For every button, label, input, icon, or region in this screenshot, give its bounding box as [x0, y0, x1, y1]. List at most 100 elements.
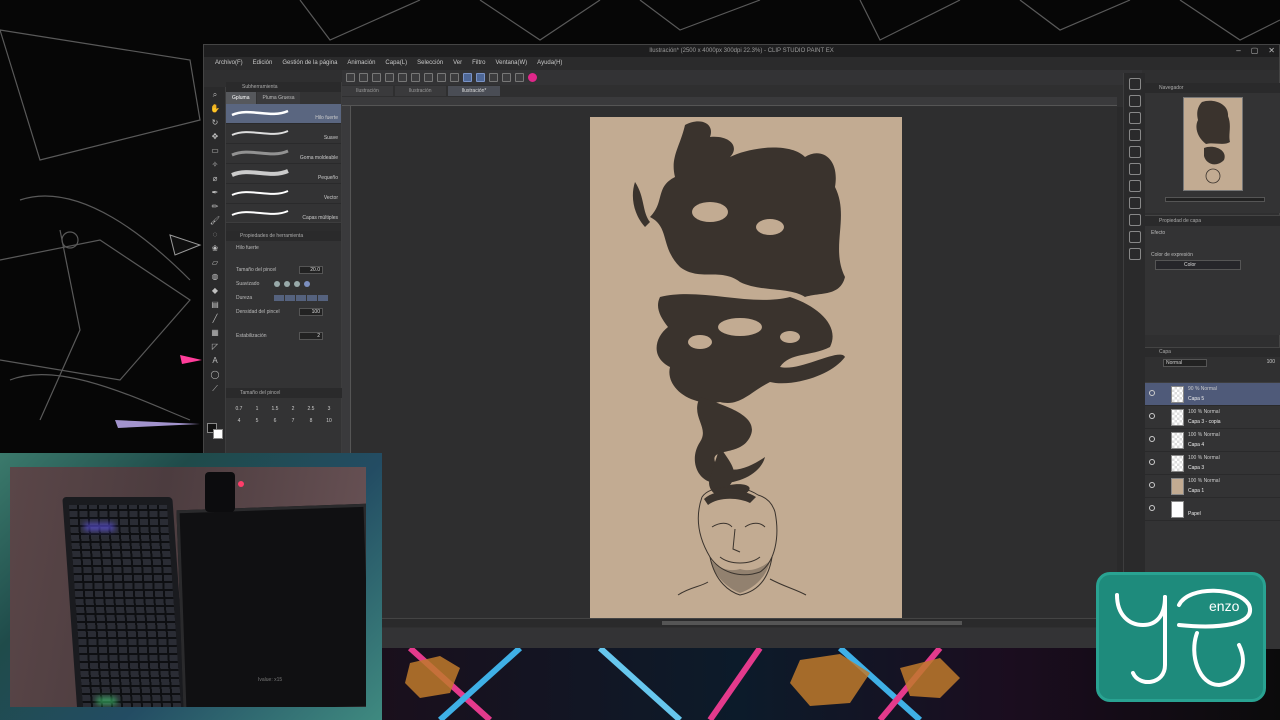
auto-action-dock-icon[interactable] — [1129, 214, 1141, 226]
document-tab[interactable]: Ilustración — [342, 86, 393, 96]
set-dock-icon[interactable] — [1129, 197, 1141, 209]
sub-color-chip[interactable] — [213, 429, 223, 439]
brush-item[interactable]: Hilo fuerte — [226, 104, 341, 124]
rotate-tool-icon[interactable]: ↻ — [208, 117, 222, 129]
navigator-dock-icon[interactable] — [1129, 78, 1141, 90]
brush-density-value[interactable]: 100 — [299, 308, 323, 316]
document-tab-active[interactable]: Ilustración* — [447, 86, 501, 96]
blend-mode-select[interactable]: Normal — [1163, 359, 1207, 367]
menu-gestion-pagina[interactable]: Gestión de la página — [277, 57, 342, 70]
visibility-eye-icon[interactable] — [1149, 505, 1155, 511]
snap-special-icon[interactable] — [489, 73, 498, 82]
correct-line-tool-icon[interactable]: ⟋ — [208, 383, 222, 395]
figure-tool-icon[interactable]: ╱ — [208, 313, 222, 325]
hand-tool-icon[interactable]: ✋ — [208, 103, 222, 115]
visibility-eye-icon[interactable] — [1149, 390, 1155, 396]
menu-ver[interactable]: Ver — [448, 57, 467, 70]
select-all-icon[interactable] — [437, 73, 446, 82]
horizontal-scrollbar[interactable] — [352, 618, 1117, 627]
search-dock-icon[interactable] — [1129, 231, 1141, 243]
transform-icon[interactable] — [424, 73, 433, 82]
item-bank-dock-icon[interactable] — [1129, 248, 1141, 260]
fill-tool-icon[interactable]: ◆ — [208, 285, 222, 297]
brush-size-value[interactable]: 20.0 — [299, 266, 323, 274]
frame-tool-icon[interactable]: ▦ — [208, 327, 222, 339]
brush-size-preset[interactable]: 4 — [230, 418, 248, 424]
clear-icon[interactable] — [411, 73, 420, 82]
menu-ayuda[interactable]: Ayuda(H) — [532, 57, 567, 70]
decoration-tool-icon[interactable]: ❀ — [208, 243, 222, 255]
info-dock-icon[interactable] — [1129, 112, 1141, 124]
stabilization-row[interactable]: Estabilización 2 — [226, 329, 341, 343]
layer-opacity[interactable]: 100 — [1267, 359, 1275, 365]
brush-item[interactable]: Goma moldeable — [226, 144, 341, 164]
subview-dock-icon[interactable] — [1129, 95, 1141, 107]
brush-size-preset[interactable]: 5 — [248, 418, 266, 424]
subtool-tab-pluma-gruesa[interactable]: Pluma Gruesa — [256, 92, 301, 104]
menu-filtro[interactable]: Filtro — [467, 57, 490, 70]
color-swatch-icon[interactable] — [502, 73, 511, 82]
brush-size-preset[interactable]: 10 — [320, 418, 338, 424]
close-button[interactable]: ✕ — [1268, 45, 1275, 57]
brush-item[interactable]: Suave — [226, 124, 341, 144]
menu-edicion[interactable]: Edición — [248, 57, 278, 70]
pen-tool-icon[interactable]: ✒ — [208, 187, 222, 199]
eyedropper-icon[interactable] — [515, 73, 524, 82]
brush-density-row[interactable]: Densidad del pincel 100 — [226, 305, 341, 319]
menu-seleccion[interactable]: Selección — [412, 57, 448, 70]
snap-grid-icon[interactable] — [476, 73, 485, 82]
save-icon[interactable] — [372, 73, 381, 82]
brush-size-preset[interactable]: 3 — [320, 406, 338, 412]
ruler-tool-icon[interactable]: ◸ — [208, 341, 222, 353]
hardness-slider[interactable] — [274, 295, 328, 301]
blend-tool-icon[interactable]: ◍ — [208, 271, 222, 283]
brush-item[interactable]: Pequeño — [226, 164, 341, 184]
brush-size-preset[interactable]: 0.7 — [230, 406, 248, 412]
record-icon[interactable] — [528, 73, 537, 82]
hardness-row[interactable]: Dureza — [226, 291, 341, 305]
text-tool-icon[interactable]: A — [208, 355, 222, 367]
color-chips[interactable] — [207, 423, 223, 439]
layer-row[interactable]: 90 % Normal Capa 5 — [1145, 383, 1280, 406]
pencil-tool-icon[interactable]: ✏ — [208, 201, 222, 213]
brush-size-preset[interactable]: 6 — [266, 418, 284, 424]
eraser-tool-icon[interactable]: ▱ — [208, 257, 222, 269]
visibility-eye-icon[interactable] — [1149, 482, 1155, 488]
scroll-thumb[interactable] — [662, 621, 962, 625]
new-file-icon[interactable] — [346, 73, 355, 82]
material-dock-icon[interactable] — [1129, 146, 1141, 158]
layer-row[interactable]: 100 % Normal Capa 3 — [1145, 452, 1280, 475]
menu-capa[interactable]: Capa(L) — [380, 57, 412, 70]
open-file-icon[interactable] — [359, 73, 368, 82]
subtool-tab-gpluma[interactable]: Gpluma — [226, 92, 256, 104]
navigator-zoom-slider[interactable] — [1165, 197, 1265, 202]
airbrush-tool-icon[interactable]: ◌ — [208, 229, 222, 241]
layer-row[interactable]: 100 % Normal Capa 4 — [1145, 429, 1280, 452]
balloon-tool-icon[interactable]: ◯ — [208, 369, 222, 381]
canvas-paper[interactable] — [590, 117, 902, 619]
antialias-options[interactable] — [274, 281, 310, 287]
layer-row[interactable]: 100 % Normal Capa 3 - copia — [1145, 406, 1280, 429]
brush-size-preset[interactable]: 8 — [302, 418, 320, 424]
history-dock-icon[interactable] — [1129, 129, 1141, 141]
zoom-tool-icon[interactable]: ⌕ — [208, 89, 222, 101]
document-tab[interactable]: Ilustración — [394, 86, 446, 96]
color-dock-icon[interactable] — [1129, 163, 1141, 175]
expression-color-select[interactable]: Color — [1155, 260, 1241, 270]
brush-size-preset[interactable]: 1.5 — [266, 406, 284, 412]
brush-item[interactable]: Vector — [226, 184, 341, 204]
maximize-button[interactable]: ▢ — [1251, 45, 1259, 57]
brush-size-preset[interactable]: 1 — [248, 406, 266, 412]
brush-size-row[interactable]: Tamaño del pincel 20.0 — [226, 263, 341, 277]
auto-select-icon[interactable]: ✧ — [208, 159, 222, 171]
visibility-eye-icon[interactable] — [1149, 459, 1155, 465]
move-tool-icon[interactable]: ✥ — [208, 131, 222, 143]
stabilization-value[interactable]: 2 — [299, 332, 323, 340]
visibility-eye-icon[interactable] — [1149, 436, 1155, 442]
brush-tool-icon[interactable]: 🖌 — [208, 215, 222, 227]
navigator-preview[interactable] — [1183, 97, 1243, 191]
deselect-icon[interactable] — [450, 73, 459, 82]
visibility-eye-icon[interactable] — [1149, 413, 1155, 419]
brush-size-preset[interactable]: 2.5 — [302, 406, 320, 412]
layer-row[interactable]: Papel — [1145, 498, 1280, 521]
